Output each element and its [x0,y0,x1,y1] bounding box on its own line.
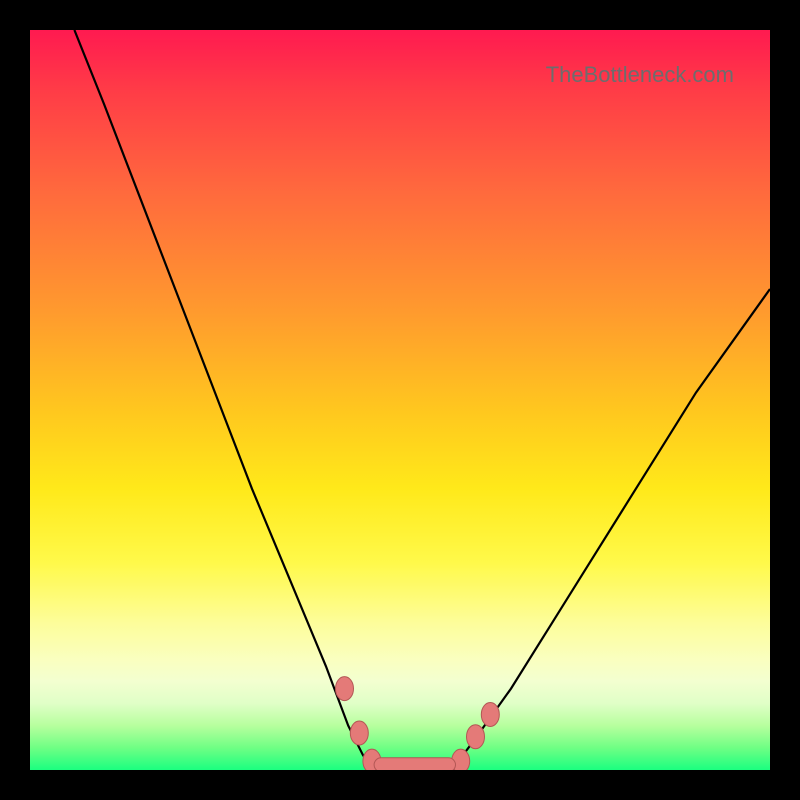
plot-area: TheBottleneck.com [30,30,770,770]
chart-svg [30,30,770,770]
data-marker [481,703,499,727]
marker-group [336,677,500,770]
right-curve [452,289,770,770]
data-marker [350,721,368,745]
data-marker [336,677,354,701]
bottom-marker-bar [374,758,455,770]
chart-container: TheBottleneck.com [0,0,800,800]
data-marker [467,725,485,749]
left-curve [74,30,374,770]
